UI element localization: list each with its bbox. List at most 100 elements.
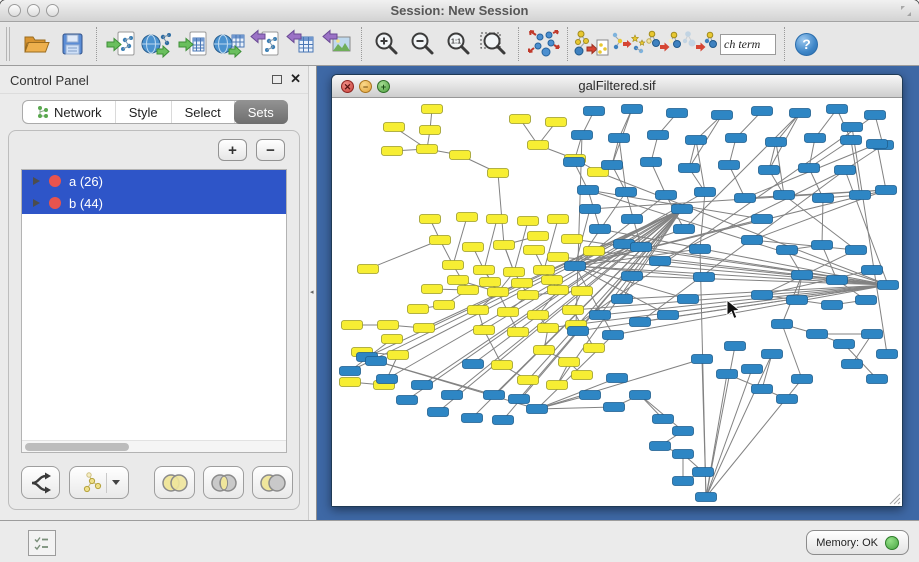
tab-label: Select [185,105,221,120]
difference-sets-button[interactable] [252,466,293,499]
venn-intersection-icon [210,472,238,494]
control-panel-header: Control Panel ✕ [0,66,308,94]
select-neighbors-icon [610,28,646,60]
tab-network[interactable]: Network [23,101,116,123]
set-label: b (44) [69,196,103,211]
network-graph[interactable] [332,99,902,506]
tab-label: Sets [248,105,274,120]
export-table-button[interactable] [283,25,319,63]
task-history-button[interactable] [28,530,56,556]
svg-text:1:1: 1:1 [451,39,461,46]
network-canvas[interactable] [332,99,902,506]
collapse-handle-icon[interactable]: ◂ [310,288,314,296]
panel-divider[interactable]: ◂ [308,66,317,520]
hide-selected-icon [646,28,682,60]
expand-triangle-icon[interactable] [33,199,40,207]
export-network-icon [250,29,280,59]
network-view-window[interactable]: ✕ − + galFiltered.sif [331,74,903,507]
yellow-network-icon [79,471,103,495]
save-session-button[interactable] [54,25,90,63]
import-table-file-button[interactable] [175,25,211,63]
zoom-actual-size-icon: 1:1 [443,29,473,59]
list-item[interactable]: a (26) [22,170,286,192]
search-input[interactable] [720,34,776,55]
zoom-fit-selected-button[interactable] [476,25,512,63]
zoom-out-icon [407,29,437,59]
horizontal-scrollbar[interactable] [22,440,286,452]
open-folder-icon [21,29,51,59]
tab-sets[interactable]: Sets [234,100,288,124]
fullscreen-icon[interactable] [899,4,913,18]
apply-layout-button[interactable] [525,25,561,63]
show-all-button[interactable] [682,25,718,63]
window-title: Session: New Session [0,3,919,18]
title-bar: Session: New Session [0,0,919,22]
toolbar-separator [567,27,568,61]
import-table-web-icon [212,29,246,59]
network-window-titlebar[interactable]: ✕ − + galFiltered.sif [332,75,902,98]
scrollbar-thumb[interactable] [25,443,129,451]
union-sets-button[interactable] [154,466,195,499]
tab-select[interactable]: Select [172,101,235,123]
sets-list: a (26) b (44) [21,169,287,453]
select-neighbors-button[interactable] [610,25,646,63]
remove-set-button[interactable]: − [256,139,285,161]
network-window-title: galFiltered.sif [332,78,902,93]
new-network-from-selection-icon [574,28,610,60]
zoom-out-button[interactable] [404,25,440,63]
tab-label: Network [54,105,102,120]
sets-panel: + − a (26) b (44) [8,130,300,510]
zoom-actual-size-button[interactable]: 1:1 [440,25,476,63]
memory-ok-indicator [885,536,899,550]
control-panel: Control Panel ✕ Network Style Select Set… [0,66,308,520]
expand-triangle-icon[interactable] [33,177,40,185]
import-network-web-button[interactable] [139,25,175,63]
add-set-button[interactable]: + [218,139,247,161]
help-button[interactable]: ? [795,33,818,56]
toolbar-separator [361,27,362,61]
create-set-from-network-button[interactable] [69,466,129,499]
export-image-icon [322,29,352,59]
close-panel-icon[interactable]: ✕ [290,71,301,87]
zoom-fit-selected-icon [478,29,510,59]
toolbar-separator [96,27,97,61]
split-set-button[interactable] [21,466,60,499]
split-arrows-icon [28,471,54,495]
show-all-icon [682,28,718,60]
mouse-cursor-icon [726,299,740,320]
resize-grip[interactable] [888,492,901,505]
toolbar-drag-handle[interactable] [6,27,10,61]
intersect-sets-button[interactable] [203,466,244,499]
control-panel-tabs: Network Style Select Sets [22,100,288,124]
zoom-in-icon [371,29,401,59]
new-network-from-selection-button[interactable] [574,25,610,63]
memory-status-button[interactable]: Memory: OK [806,530,909,555]
export-network-button[interactable] [247,25,283,63]
status-bar: Memory: OK [0,520,919,562]
control-panel-title: Control Panel [0,66,308,88]
task-checklist-icon [33,535,51,552]
list-item[interactable]: b (44) [22,192,286,214]
toolbar-separator [784,27,785,61]
tab-style[interactable]: Style [116,101,172,123]
toolbar-separator [518,27,519,61]
export-table-icon [286,29,316,59]
set-dot-icon [49,175,61,187]
toolbar: 1:1 [0,23,919,66]
desktop-area: ✕ − + galFiltered.sif [317,66,919,520]
float-panel-icon[interactable] [272,75,282,84]
import-network-file-icon [106,29,136,59]
import-network-file-button[interactable] [103,25,139,63]
dropdown-caret-icon[interactable] [112,480,120,485]
export-image-button[interactable] [319,25,355,63]
button-divider [106,473,107,493]
open-session-button[interactable] [18,25,54,63]
tab-label: Style [129,105,158,120]
zoom-in-button[interactable] [368,25,404,63]
venn-union-icon [161,472,189,494]
set-dot-icon [49,197,61,209]
sets-toolbar [21,466,293,499]
network-tab-icon [36,105,49,119]
import-table-web-button[interactable] [211,25,247,63]
hide-selected-button[interactable] [646,25,682,63]
